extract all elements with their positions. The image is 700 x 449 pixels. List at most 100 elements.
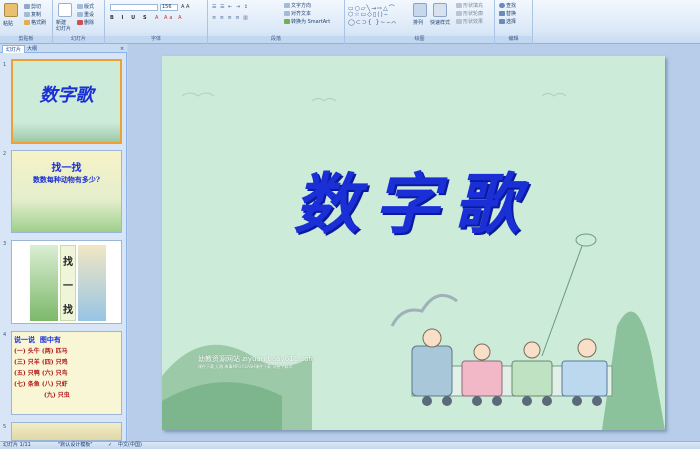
- wheel: [472, 396, 482, 406]
- slide-thumbnail-pane: 幻灯片 大纲 × 1 数字歌 2 找一找 数数每种动物有多少? 3 找一找 4 …: [0, 44, 127, 441]
- delete-icon: [77, 20, 83, 25]
- drawing-group-label: 绘图: [345, 36, 494, 43]
- cloud-doodle: [541, 93, 567, 97]
- replace-icon: [499, 11, 505, 16]
- arrange-button[interactable]: 排列: [413, 19, 423, 26]
- find-icon: [499, 3, 505, 8]
- find-button[interactable]: 查找: [499, 2, 516, 9]
- theme-name: "默认设计模板": [58, 442, 93, 448]
- shapes-gallery-row2[interactable]: ⬡☆▭◇▯⟨⟩⌢: [348, 11, 389, 19]
- thumb-line: (五) 只鸭 (六) 只鸟: [14, 370, 68, 377]
- copy-icon: [24, 12, 30, 17]
- align-icons[interactable]: ≡ ≡ ≡ ≡ ▥: [212, 15, 249, 21]
- thumbnail-slide-2[interactable]: 找一找 数数每种动物有多少?: [11, 150, 122, 233]
- align-text-button[interactable]: 对齐文本: [284, 10, 311, 17]
- slide-editor: 数字歌 幼教资源网站 ziyuan.baby611.com 课件下载 儿歌 故事…: [128, 44, 700, 441]
- shapes-gallery-row3[interactable]: ◯⊂⊃{ }∼⌣⌒: [348, 19, 397, 27]
- tab-outline[interactable]: 大纲: [24, 45, 40, 53]
- wheel: [572, 396, 582, 406]
- quick-styles-icon[interactable]: [433, 3, 447, 17]
- font-group: 156 A A B I U S A Aa A 字体: [105, 0, 208, 44]
- thumb-number: 2: [3, 151, 7, 157]
- layout-button[interactable]: 版式: [77, 3, 94, 10]
- train-car: [561, 360, 608, 397]
- grow-font-icon[interactable]: A A: [181, 4, 189, 10]
- shape-outline-button[interactable]: 形状轮廓: [456, 10, 483, 17]
- thumb-picture-right: [78, 245, 106, 321]
- layout-icon: [77, 4, 83, 9]
- delete-label: 删除: [84, 20, 95, 26]
- thumbnail-slide-4[interactable]: 说一说 图中有 (一) 头牛 (两) 匹马 (三) 只羊 (四) 只鸡 (五) …: [11, 331, 122, 415]
- editing-group: 查找 替换 选择 编辑: [495, 0, 533, 44]
- close-pane-icon[interactable]: ×: [117, 45, 127, 53]
- reset-icon: [77, 12, 83, 17]
- slides-group: 新建 幻灯片 版式 重设 删除 幻灯片: [53, 0, 105, 44]
- thumb-picture-left: [30, 245, 58, 321]
- smartart-icon: [284, 19, 290, 24]
- train-car: [461, 360, 503, 397]
- font-style-buttons[interactable]: B I U S: [110, 15, 150, 21]
- thumb-title: 找一找: [51, 163, 82, 174]
- format-painter-button[interactable]: 格式刷: [24, 19, 46, 26]
- thumbnail-slide-3[interactable]: 找一找: [11, 240, 122, 324]
- font-name-input[interactable]: [110, 4, 158, 11]
- drawing-group: ▭○▱╲→⇨△⌒ ⬡☆▭◇▯⟨⟩⌢ ◯⊂⊃{ }∼⌣⌒ 排列 快速样式 形状填充…: [345, 0, 495, 44]
- thumb-subtitle: 数数每种动物有多少?: [32, 175, 101, 184]
- thumb-title: 找一找: [63, 257, 73, 316]
- thumbnail-slide-1[interactable]: 数字歌: [11, 59, 122, 144]
- cut-button[interactable]: 剪切: [24, 3, 41, 10]
- reset-button[interactable]: 重设: [77, 11, 94, 18]
- ribbon: 粘贴 剪切 复制 格式刷 剪贴板 新建 幻灯片 版式 重设 删除 幻灯片 156…: [0, 0, 700, 44]
- paste-icon[interactable]: [4, 3, 18, 17]
- language-indicator[interactable]: 中文(中国): [118, 442, 142, 449]
- cloud-doodle: [181, 92, 215, 97]
- thumbnail-slide-5[interactable]: [11, 422, 122, 441]
- wheel: [442, 396, 452, 406]
- list-icons[interactable]: ☰ ☰ ⇤ ⇥ ↕: [212, 4, 249, 10]
- font-color-icon[interactable]: A Aa A: [155, 15, 184, 21]
- align-text-icon: [284, 11, 290, 16]
- font-size-input[interactable]: 156: [160, 4, 178, 11]
- copy-button[interactable]: 复制: [24, 11, 41, 18]
- spellcheck-icon[interactable]: ✓: [108, 442, 112, 449]
- find-label: 查找: [506, 3, 517, 9]
- quick-styles-button[interactable]: 快速样式: [430, 19, 450, 26]
- thumb-illustration: [13, 122, 120, 142]
- paragraph-group: ☰ ☰ ⇤ ⇥ ↕ ≡ ≡ ≡ ≡ ▥ 文字方向 对齐文本 转换为 SmartA…: [208, 0, 345, 44]
- new-slide-icon[interactable]: [58, 3, 72, 17]
- wheel: [592, 396, 602, 406]
- layout-label: 版式: [84, 4, 95, 10]
- wheel: [422, 396, 432, 406]
- effects-icon: [456, 19, 462, 24]
- new-slide-button[interactable]: 新建 幻灯片: [56, 20, 71, 32]
- shape-fill-button[interactable]: 形状填充: [456, 2, 483, 9]
- wheel: [542, 396, 552, 406]
- child-face: [523, 341, 541, 359]
- text-direction-button[interactable]: 文字方向: [284, 2, 311, 9]
- select-button[interactable]: 选择: [499, 18, 516, 25]
- website-watermark: 幼教资源网站 ziyuan.baby611.com: [198, 355, 316, 363]
- wheel: [492, 396, 502, 406]
- tab-slides[interactable]: 幻灯片: [2, 45, 26, 53]
- thumb-line: (一) 头牛 (两) 匹马: [14, 348, 68, 355]
- select-icon: [499, 19, 505, 24]
- pane-tabs: 幻灯片 大纲 ×: [0, 44, 127, 53]
- shape-effects-button[interactable]: 形状效果: [456, 18, 483, 25]
- paste-button[interactable]: 粘贴: [3, 20, 13, 27]
- editing-group-label: 编辑: [495, 36, 532, 43]
- thumb-number: 3: [3, 241, 7, 247]
- shape-fill-label: 形状填充: [463, 3, 484, 9]
- delete-button[interactable]: 删除: [77, 19, 94, 26]
- thumb-number: 4: [3, 332, 7, 338]
- arrange-icon[interactable]: [413, 3, 427, 17]
- cut-icon: [24, 4, 30, 9]
- cloud-doodle: [311, 98, 337, 102]
- slide-canvas[interactable]: 数字歌 幼教资源网站 ziyuan.baby611.com 课件下载 儿歌 故事…: [162, 56, 665, 430]
- smartart-button[interactable]: 转换为 SmartArt: [284, 18, 330, 25]
- slide-title[interactable]: 数字歌: [162, 151, 665, 247]
- shape-outline-label: 形状轮廓: [463, 11, 484, 17]
- thumb-title: 数字歌: [39, 85, 94, 106]
- font-group-label: 字体: [105, 36, 207, 43]
- replace-button[interactable]: 替换: [499, 10, 516, 17]
- thumb-line: (三) 只羊 (四) 只鸡: [14, 359, 68, 366]
